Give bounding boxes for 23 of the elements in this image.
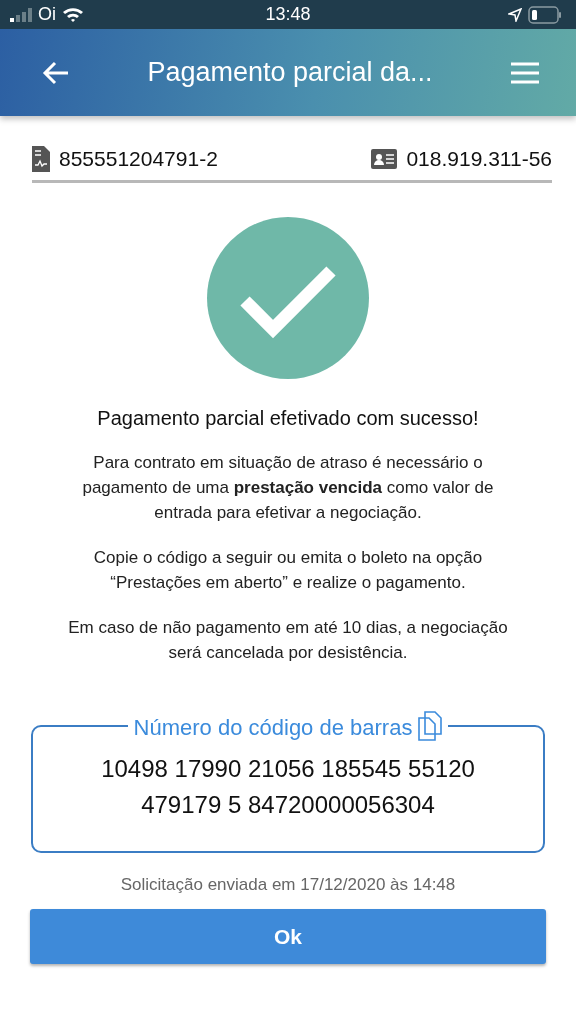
info-paragraph: Para contrato em situação de atraso é necessário o pagamento de uma prestação vencida como valor de entrada para efetivar a negociação. (81, 452, 495, 524)
document-icon (32, 146, 50, 172)
contract-number: 855551204791-2 (59, 147, 218, 171)
signal-icon (10, 7, 32, 22)
info-paragraph: Em caso de não pagamento em até 10 dias, a negociação será cancelada por desistência. (68, 617, 508, 664)
clock: 13:48 (265, 4, 311, 25)
sent-note: Solicitação enviada em 17/12/2020 às 14:48 (120, 875, 456, 895)
success-title: Pagamento parcial efetivado com sucesso! (97, 407, 479, 430)
wifi-icon (62, 6, 84, 23)
barcode-number: 10498 17990 21056 185545 55120 479179 5 84720000056304 (100, 754, 476, 820)
copy-icon[interactable] (418, 711, 443, 741)
back-arrow-icon (42, 60, 70, 85)
document-number: 018.919.311-56 (406, 147, 552, 171)
id-card-icon (371, 149, 398, 169)
menu-icon (510, 61, 540, 84)
battery-icon (528, 5, 562, 24)
page-title: Pagamento parcial da... (147, 57, 433, 88)
barcode-label: Número do código de barras (133, 715, 413, 741)
ok-button[interactable]: Ok (30, 909, 546, 964)
info-paragraph: Copie o código a seguir ou emita o boleto na opção “Prestações em aberto” e realize o pagamento. (92, 547, 484, 594)
success-check-icon (207, 217, 369, 379)
carrier: Oi (38, 4, 56, 25)
location-icon (508, 7, 522, 22)
